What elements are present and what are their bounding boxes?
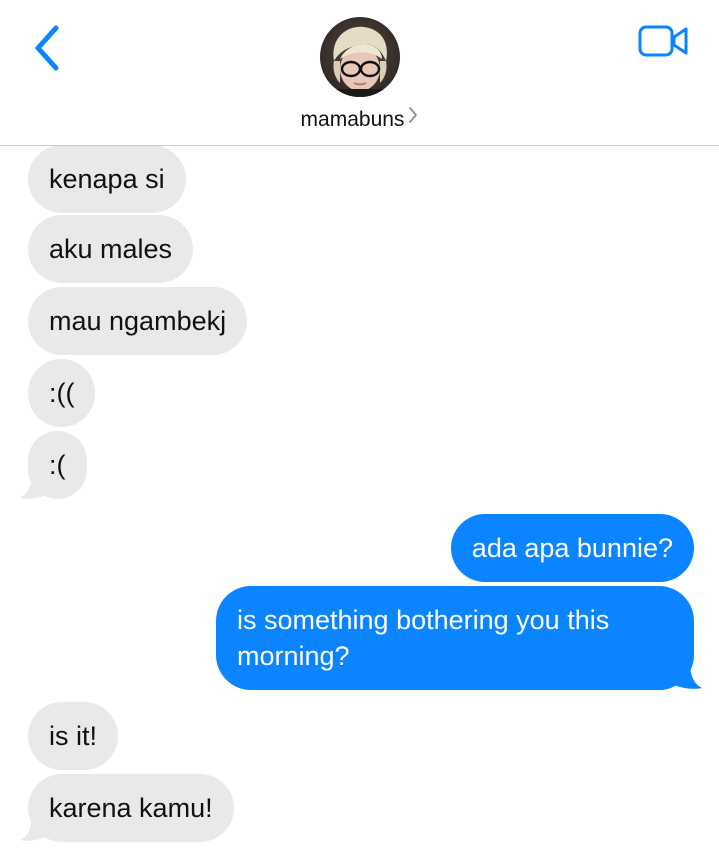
contact-name: mamabuns [300,108,405,131]
contact-avatar[interactable] [320,17,400,97]
message-text-line: is something bothering you this [237,605,610,635]
received-message-bubble[interactable]: kenapa si [28,146,186,213]
message-text: aku males [49,234,173,264]
message-text: is it! [49,721,98,751]
received-message-bubble[interactable]: :( [28,431,87,499]
facetime-video-button[interactable] [636,20,692,62]
message-text: mau ngambekj [49,306,227,336]
sent-message-bubble[interactable]: ada apa bunnie? [450,514,694,582]
received-message-bubble[interactable]: aku males [28,215,194,283]
message-text: kenapa si [49,164,165,194]
video-camera-icon [638,25,688,57]
received-message-bubble[interactable]: mau ngambekj [28,287,248,355]
message-text: :(( [49,378,75,408]
chevron-left-icon [35,25,59,71]
message-text: karena kamu! [49,793,213,823]
received-message-bubble[interactable]: karena kamu! [28,774,234,842]
received-message-bubble[interactable]: :(( [28,359,96,427]
chevron-right-icon [408,106,418,130]
message-list[interactable]: kenapa si aku males mau ngambekj :(( :( … [0,146,719,854]
back-button[interactable] [26,22,66,74]
contact-name-button[interactable]: mamabuns [0,106,719,132]
received-message-bubble[interactable]: is it! [28,702,119,770]
message-text: ada apa bunnie? [471,533,673,563]
message-text: :( [49,450,66,480]
sent-message-bubble[interactable]: is something bothering you this morning? [216,586,694,690]
conversation-header: mamabuns [0,0,719,146]
message-text-line: morning? [237,641,350,671]
